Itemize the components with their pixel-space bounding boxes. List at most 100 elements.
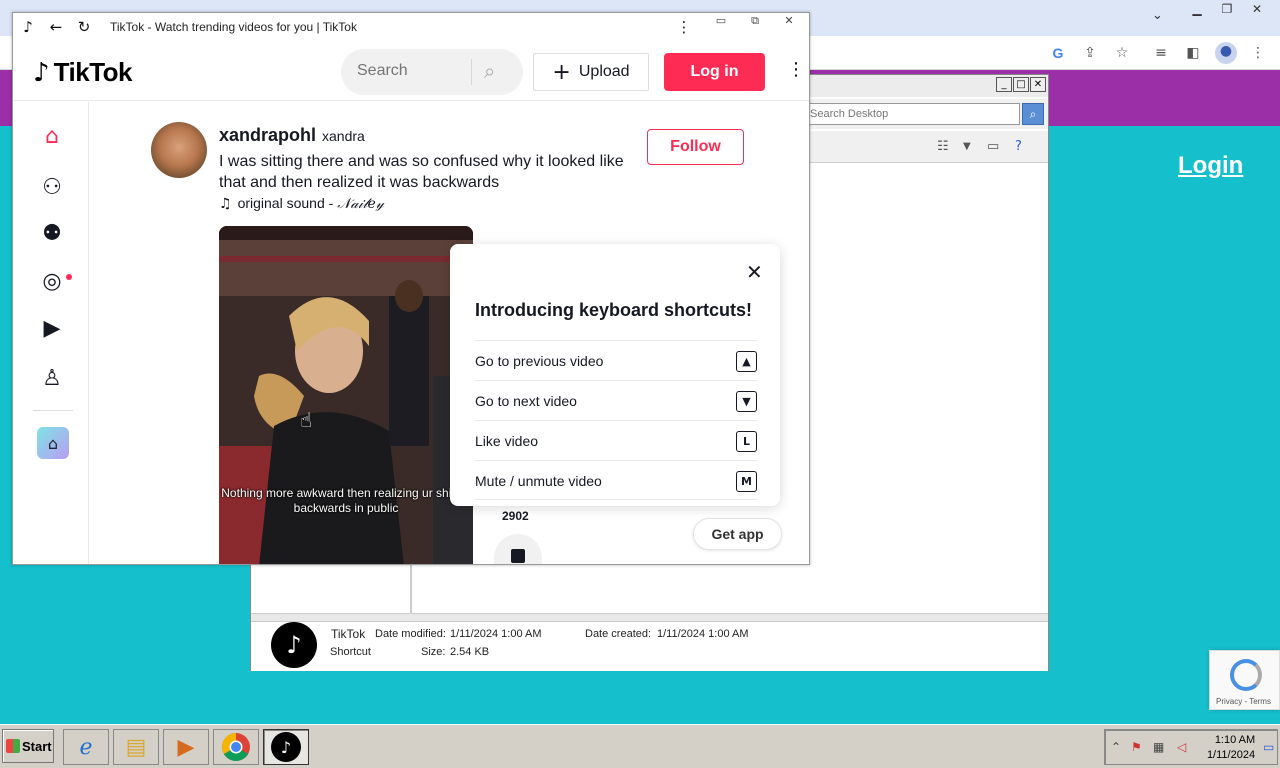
arrow-down-key-icon: ▼ bbox=[736, 391, 757, 412]
back-arrow-icon[interactable]: ← bbox=[47, 18, 65, 36]
minimize-icon[interactable]: ▁ bbox=[1182, 0, 1212, 18]
preview-pane-icon[interactable]: ▭ bbox=[987, 139, 999, 154]
music-note-icon: ♫ bbox=[219, 195, 232, 212]
clock-time[interactable]: 1:10 AM bbox=[1209, 734, 1261, 746]
search-box: ⌕ bbox=[341, 49, 523, 95]
close-icon[interactable]: ✕ bbox=[777, 14, 801, 28]
clock-date[interactable]: 1/11/2024 bbox=[1201, 749, 1261, 761]
get-app-button[interactable]: Get app bbox=[693, 518, 782, 550]
share-icon[interactable]: ⇪ bbox=[1081, 44, 1099, 62]
shortcut-label: Mute / unmute video bbox=[475, 473, 602, 489]
chrome-menu-icon[interactable]: ⋮ bbox=[1249, 44, 1267, 62]
restore-icon[interactable]: ❐ bbox=[1212, 0, 1242, 18]
video-caption-overlay: Nothing more awkward then realizing ur s… bbox=[221, 486, 471, 515]
security-alert-icon[interactable]: ⚑ bbox=[1131, 740, 1142, 754]
recaptcha-footer[interactable]: Privacy - Terms bbox=[1216, 697, 1271, 706]
tray-expand-icon[interactable]: ⌃ bbox=[1111, 740, 1121, 754]
close-icon[interactable]: ✕ bbox=[1242, 0, 1272, 18]
chevron-down-icon[interactable]: ▼ bbox=[963, 141, 971, 152]
search-icon[interactable]: ⌕ bbox=[484, 59, 495, 83]
taskbar: Start ℯ ▤ ▶ ♪ ⌃ ⚑ ▦ ◁ 1:10 AM 1/11/2024 … bbox=[0, 724, 1280, 768]
maximize-icon[interactable]: □ bbox=[1013, 77, 1029, 92]
search-divider bbox=[471, 59, 472, 85]
tiktok-logo[interactable]: ♪ TikTok bbox=[33, 57, 132, 88]
details-modified-label: Date modified: bbox=[375, 628, 446, 640]
site-login-link[interactable]: Login bbox=[1178, 152, 1243, 180]
friends-icon[interactable]: ⚉ bbox=[39, 221, 65, 247]
restore-icon[interactable]: ⧉ bbox=[743, 14, 767, 28]
explorer-scrollbar[interactable] bbox=[251, 613, 1048, 621]
tab-search-chevron-icon[interactable]: ⌄ bbox=[1152, 8, 1163, 23]
comment-button[interactable] bbox=[494, 534, 542, 564]
window-title: TikTok - Watch trending videos for you |… bbox=[110, 20, 357, 34]
like-count: 2902 bbox=[502, 509, 529, 523]
explore-compass-icon[interactable]: ◎ bbox=[39, 269, 65, 295]
shortcut-row-previous: Go to previous video ▲ bbox=[475, 340, 757, 380]
profile-avatar-icon[interactable]: ● bbox=[1215, 42, 1237, 64]
tiktok-taskbar-icon[interactable]: ♪ bbox=[263, 729, 309, 765]
volume-muted-icon[interactable]: ◁ bbox=[1177, 740, 1186, 754]
comment-icon bbox=[511, 549, 525, 563]
close-icon[interactable]: ✕ bbox=[1030, 77, 1046, 92]
recaptcha-badge[interactable]: Privacy - Terms bbox=[1209, 650, 1280, 710]
details-modified-value: 1/11/2024 1:00 AM bbox=[450, 628, 542, 640]
chrome-icon[interactable] bbox=[213, 729, 259, 765]
view-options-icon[interactable]: ☷ bbox=[937, 139, 949, 154]
explorer-details-pane: ♪ TikTok Shortcut Date modified: 1/11/20… bbox=[251, 621, 1048, 671]
keyboard-shortcuts-popup: ✕ Introducing keyboard shortcuts! Go to … bbox=[450, 244, 780, 506]
details-created-label: Date created: bbox=[585, 628, 652, 640]
following-icon[interactable]: ⚇ bbox=[39, 175, 65, 201]
details-file-type: Shortcut bbox=[330, 646, 371, 658]
plus-icon: + bbox=[552, 59, 571, 85]
post-caption: I was sitting there and was so confused … bbox=[219, 153, 624, 191]
google-icon[interactable]: G bbox=[1049, 44, 1067, 62]
minimize-icon[interactable]: ▭ bbox=[709, 14, 733, 28]
shortcut-label: Like video bbox=[475, 433, 539, 449]
media-player-icon[interactable]: ▶ bbox=[163, 729, 209, 765]
profile-icon[interactable]: ♙ bbox=[39, 366, 65, 392]
chrome-logo bbox=[222, 733, 250, 761]
author-nickname[interactable]: xandra bbox=[322, 128, 365, 144]
post-music[interactable]: ♫ original sound - 𝒩𝒶𝒾𝓁𝑒𝓎 bbox=[219, 195, 384, 212]
tiktok-app-window: ♪ ← ↻ TikTok - Watch trending videos for… bbox=[12, 12, 810, 565]
video-player[interactable]: Nothing more awkward then realizing ur s… bbox=[219, 226, 473, 564]
upload-label: Upload bbox=[578, 63, 630, 80]
background-window-controls: ▁ ❐ ✕ bbox=[1182, 0, 1272, 18]
network-icon[interactable]: ▦ bbox=[1153, 740, 1164, 754]
tiktok-window-controls: ▭ ⧉ ✕ bbox=[709, 14, 801, 28]
reload-icon[interactable]: ↻ bbox=[75, 18, 93, 36]
live-camera-icon[interactable]: ▶ bbox=[39, 316, 65, 342]
upload-button[interactable]: + Upload bbox=[533, 53, 649, 91]
recaptcha-icon bbox=[1230, 659, 1262, 691]
explorer-navigation-pane[interactable] bbox=[254, 564, 412, 614]
author-username[interactable]: xandrapohl bbox=[219, 125, 316, 146]
media-controls-icon[interactable]: ≡ bbox=[1152, 44, 1170, 62]
search-icon[interactable]: ⌕ bbox=[1022, 103, 1044, 125]
m-key-icon: M bbox=[736, 471, 757, 492]
home-icon[interactable]: ⌂ bbox=[39, 124, 65, 150]
app-menu-icon[interactable]: ⋮ bbox=[675, 18, 693, 36]
internet-explorer-icon[interactable]: ℯ bbox=[63, 729, 109, 765]
login-button[interactable]: Log in bbox=[664, 53, 765, 91]
search-input[interactable] bbox=[357, 62, 467, 80]
start-button[interactable]: Start bbox=[2, 729, 54, 763]
tiktok-shortcut-icon: ♪ bbox=[271, 622, 317, 668]
music-title: original sound - 𝒩𝒶𝒾𝓁𝑒𝓎 bbox=[237, 195, 384, 212]
file-explorer-icon[interactable]: ▤ bbox=[113, 729, 159, 765]
minimize-icon[interactable]: _ bbox=[996, 77, 1012, 92]
side-panel-icon[interactable]: ◧ bbox=[1184, 44, 1202, 62]
details-created-value: 1/11/2024 1:00 AM bbox=[657, 628, 749, 640]
follow-button[interactable]: Follow bbox=[647, 129, 744, 165]
more-options-icon[interactable]: ⋮ bbox=[787, 59, 805, 80]
help-icon[interactable]: ? bbox=[1015, 139, 1022, 154]
show-desktop-icon[interactable]: ▭ bbox=[1263, 740, 1274, 754]
bookmark-star-icon[interactable]: ☆ bbox=[1113, 44, 1131, 62]
tiktok-header: ♪ TikTok ⌕ + Upload Log in ⋮ bbox=[13, 43, 809, 101]
author-avatar[interactable] bbox=[151, 122, 207, 178]
creator-tools-icon[interactable]: ⌂ bbox=[37, 427, 69, 459]
hand-cursor-icon: ☝ bbox=[300, 408, 313, 432]
close-icon[interactable]: ✕ bbox=[746, 260, 763, 284]
shortcut-row-mute: Mute / unmute video M bbox=[475, 460, 757, 500]
sidebar-divider bbox=[33, 410, 73, 411]
explorer-search-input[interactable] bbox=[807, 103, 1020, 125]
